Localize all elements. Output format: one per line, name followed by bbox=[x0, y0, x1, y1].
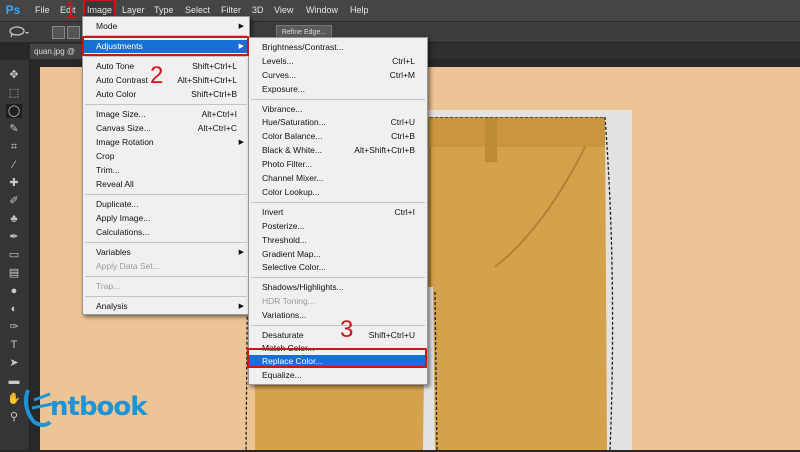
menu-file[interactable]: File bbox=[35, 0, 50, 21]
menu-view[interactable]: View bbox=[274, 0, 293, 21]
replace-color-highlight-box bbox=[247, 348, 427, 368]
menu-item-black-white[interactable]: Black & White... Alt+Shift+Ctrl+B bbox=[249, 144, 427, 157]
brush-tool-icon[interactable]: ✐ bbox=[6, 194, 22, 208]
menu-help[interactable]: Help bbox=[350, 0, 369, 21]
menu-item-auto-color[interactable]: Auto Color Shift+Ctrl+B bbox=[83, 88, 249, 101]
blur-tool-icon[interactable]: ● bbox=[6, 284, 22, 298]
menu-item-analysis[interactable]: Analysis ▶ bbox=[83, 300, 249, 313]
menu-item-desaturate[interactable]: Desaturate Shift+Ctrl+U bbox=[249, 329, 427, 342]
quick-select-tool-icon[interactable]: ✎ bbox=[6, 122, 22, 136]
menu-item-hdr-toning: HDR Toning... bbox=[262, 296, 315, 306]
new-selection-icon[interactable] bbox=[52, 26, 65, 39]
menu-item-apply-data-set: Apply Data Set... bbox=[96, 261, 160, 271]
menu-item-invert[interactable]: Invert Ctrl+I bbox=[249, 206, 427, 219]
menu-item-shadows-highlights[interactable]: Shadows/Highlights... bbox=[249, 281, 427, 294]
menu-item-trim[interactable]: Trim... bbox=[83, 164, 249, 177]
menu-item-channel-mixer[interactable]: Channel Mixer... bbox=[249, 172, 427, 185]
menu-item-mode[interactable]: Mode ▶ bbox=[83, 20, 249, 33]
lasso-tool-icon[interactable] bbox=[8, 26, 30, 38]
photoshop-logo: Ps bbox=[5, 3, 21, 17]
adjustments-submenu: Brightness/Contrast... Levels... Ctrl+L C… bbox=[248, 37, 428, 385]
path-select-tool-icon[interactable]: ➤ bbox=[6, 356, 22, 370]
menu-item-calculations[interactable]: Calculations... bbox=[83, 226, 249, 239]
history-brush-tool-icon[interactable]: ✒ bbox=[6, 230, 22, 244]
menu-item-variations[interactable]: Variations... bbox=[249, 309, 427, 322]
menu-item-variables[interactable]: Variables ▶ bbox=[83, 246, 249, 259]
menu-item-exposure[interactable]: Exposure... bbox=[249, 83, 427, 96]
healing-brush-tool-icon[interactable]: ✚ bbox=[6, 176, 22, 190]
menu-item-trap: Trap... bbox=[96, 281, 121, 291]
step-number-1: 1 bbox=[64, 0, 78, 24]
menu-item-color-lookup[interactable]: Color Lookup... bbox=[249, 186, 427, 199]
menu-item-duplicate[interactable]: Duplicate... bbox=[83, 198, 249, 211]
menu-item-photo-filter[interactable]: Photo Filter... bbox=[249, 158, 427, 171]
menu-item-curves[interactable]: Curves... Ctrl+M bbox=[249, 69, 427, 82]
eyedropper-tool-icon[interactable]: ⁄ bbox=[6, 158, 22, 172]
menu-item-brightness-contrast[interactable]: Brightness/Contrast... bbox=[249, 41, 427, 54]
adjustments-highlight-box bbox=[82, 36, 249, 56]
add-selection-icon[interactable] bbox=[67, 26, 80, 39]
menu-item-auto-tone[interactable]: Auto Tone Shift+Ctrl+L bbox=[83, 60, 249, 73]
brand-logo-text: ntbook bbox=[50, 392, 148, 422]
pen-tool-icon[interactable]: ✑ bbox=[6, 320, 22, 334]
menu-item-image-rotation[interactable]: Image Rotation ▶ bbox=[83, 136, 249, 149]
lasso-tool-icon[interactable]: ◯ bbox=[6, 104, 22, 118]
eraser-tool-icon[interactable]: ▭ bbox=[6, 248, 22, 262]
menu-item-vibrance[interactable]: Vibrance... bbox=[249, 103, 427, 116]
menu-item-auto-contrast[interactable]: Auto Contrast Alt+Shift+Ctrl+L bbox=[83, 74, 249, 87]
step-number-3: 3 bbox=[340, 316, 354, 343]
menu-item-reveal-all[interactable]: Reveal All bbox=[83, 178, 249, 191]
menu-item-posterize[interactable]: Posterize... bbox=[249, 220, 427, 233]
clone-stamp-tool-icon[interactable]: ♣ bbox=[6, 212, 22, 226]
menu-item-selective-color[interactable]: Selective Color... bbox=[249, 261, 427, 274]
menu-item-apply-image[interactable]: Apply Image... bbox=[83, 212, 249, 225]
menu-3d[interactable]: 3D bbox=[252, 0, 264, 21]
menu-window[interactable]: Window bbox=[306, 0, 338, 21]
menu-item-crop[interactable]: Crop bbox=[83, 150, 249, 163]
menu-item-threshold[interactable]: Threshold... bbox=[249, 234, 427, 247]
document-tab[interactable]: quan.jpg @ bbox=[30, 44, 82, 59]
menu-item-hue-saturation[interactable]: Hue/Saturation... Ctrl+U bbox=[249, 116, 427, 129]
move-tool-icon[interactable]: ✥ bbox=[6, 68, 22, 82]
menu-item-levels[interactable]: Levels... Ctrl+L bbox=[249, 55, 427, 68]
marquee-tool-icon[interactable]: ⬚ bbox=[6, 86, 22, 100]
menu-item-gradient-map[interactable]: Gradient Map... bbox=[249, 248, 427, 261]
image-menu-dropdown: Mode ▶ Adjustments ▶ Auto Tone Shift+Ctrl+L… bbox=[82, 16, 250, 315]
menu-item-color-balance[interactable]: Color Balance... Ctrl+B bbox=[249, 130, 427, 143]
menu-item-image-size[interactable]: Image Size... Alt+Ctrl+I bbox=[83, 108, 249, 121]
menu-item-canvas-size[interactable]: Canvas Size... Alt+Ctrl+C bbox=[83, 122, 249, 135]
menu-item-equalize[interactable]: Equalize... bbox=[249, 369, 427, 382]
dodge-tool-icon[interactable]: ◐ bbox=[6, 302, 22, 316]
crop-tool-icon[interactable]: ⌗ bbox=[6, 140, 22, 154]
type-tool-icon[interactable]: T bbox=[6, 338, 22, 352]
step-number-2: 2 bbox=[150, 62, 164, 89]
gradient-tool-icon[interactable]: ▤ bbox=[6, 266, 22, 280]
